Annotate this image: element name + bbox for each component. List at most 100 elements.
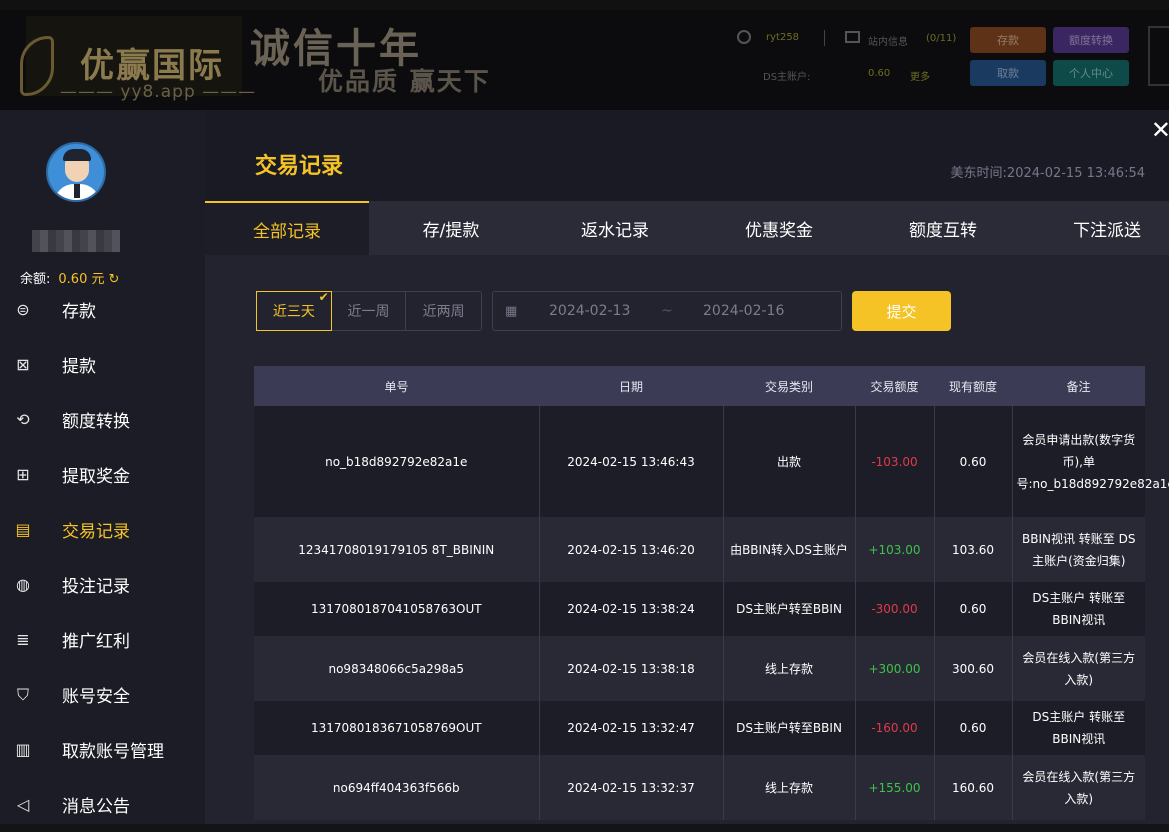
header-divider [824, 30, 825, 46]
column-header: 交易类别 [723, 366, 855, 406]
cell-note: 会员申请出款(数字货币),单号:no_b18d892792e82a1e [1012, 406, 1169, 517]
cell-id: 1317080183671058769OUT [254, 701, 540, 755]
cell-id: no_b18d892792e82a1e [254, 406, 540, 517]
header-transfer-button[interactable]: 额度转换 [1053, 27, 1129, 53]
tab-4[interactable]: 额度互转 [861, 201, 1025, 255]
close-icon[interactable]: ✕ [1151, 116, 1169, 144]
speaker-icon: ◁ [16, 795, 30, 814]
table-row: no98348066c5a298a5 2024-02-15 13:38:18 线上存… [254, 636, 1145, 701]
cell-date: 2024-02-15 13:32:37 [539, 755, 724, 820]
coins-icon: ≣ [16, 630, 30, 649]
sidebar-item-label: 交易记录 [62, 522, 130, 542]
user-icon [737, 30, 751, 44]
range-button-2[interactable]: 近两周 [406, 292, 481, 330]
transactions-table: 单号 日期 交易类别 交易额度 现有额度 备注 no_b18d892792e82a1e 20… [254, 366, 1169, 820]
cell-balance: 0.60 [934, 701, 1013, 755]
check-icon: ✔ [318, 290, 329, 304]
sidebar-item-label: 存款 [62, 302, 96, 322]
sidebar-item-1[interactable]: ⊠ 提款 [0, 337, 205, 392]
submit-button[interactable]: 提交 [852, 291, 951, 331]
sidebar-item-7[interactable]: ⛉ 账号安全 [0, 667, 205, 722]
cell-id: no694ff404363f566b [254, 755, 540, 820]
cell-date: 2024-02-15 13:46:20 [539, 517, 724, 582]
mail-count: (0/11) [926, 33, 957, 44]
sidebar-item-label: 取款账号管理 [62, 742, 164, 762]
sidebar-item-label: 账号安全 [62, 687, 130, 707]
sidebar: 余额: 0.60 元 ↻ ⊜ 存款 ⊠ 提款 ⟲ 额度转换 ⊞ 提取奖金 ▤ 交易记录 ◍ 投注记录 ≣ 推广… [0, 110, 205, 824]
cell-amount: +300.00 [855, 636, 935, 701]
sidebar-item-label: 消息公告 [62, 797, 130, 817]
main-panel: 交易记录 美东时间:2024-02-15 13:46:54 ✕ 全部记录 存/提款… [205, 110, 1169, 824]
tab-5[interactable]: 下注派送 [1025, 201, 1169, 255]
mail-icon [845, 31, 860, 43]
shield-icon: ⛉ [16, 684, 29, 704]
cell-id: 1317080187041058763OUT [254, 582, 540, 636]
calendar-icon: ▦ [505, 303, 518, 319]
tab-1[interactable]: 存/提款 [369, 201, 533, 255]
range-selector: 近三天 ✔ 近一周 近两周 [256, 290, 482, 331]
sidebar-item-6[interactable]: ≣ 推广红利 [0, 612, 205, 667]
cell-amount: +155.00 [855, 755, 935, 820]
tab-0[interactable]: 全部记录 [205, 201, 369, 255]
sidebar-item-8[interactable]: ▥ 取款账号管理 [0, 722, 205, 777]
ds-account-label: DS主账户: [763, 72, 811, 83]
cell-note: DS主账户 转账至 BBIN视讯 [1012, 582, 1145, 636]
clipboard-icon: ▤ [15, 520, 31, 539]
cell-type: DS主账户转至BBIN [723, 701, 856, 755]
cell-balance: 103.60 [934, 517, 1013, 582]
header-user-center-button[interactable]: 个人中心 [1053, 60, 1129, 86]
cell-amount: -300.00 [855, 582, 935, 636]
sidebar-item-3[interactable]: ⊞ 提取奖金 [0, 447, 205, 502]
date-range-picker[interactable]: ▦ 2024-02-13 ~ 2024-02-16 [492, 291, 842, 331]
transfer-icon: ⟲ [16, 410, 30, 429]
logo-mark-icon [20, 36, 54, 96]
cell-type: 由BBIN转入DS主账户 [723, 517, 856, 582]
cell-balance: 0.60 [934, 406, 1013, 517]
cell-balance: 0.60 [934, 582, 1013, 636]
date-start-input[interactable]: 2024-02-13 [549, 303, 630, 319]
username-redacted [32, 230, 120, 252]
column-header: 交易额度 [855, 366, 934, 406]
header-deposit-button[interactable]: 存款 [970, 27, 1046, 53]
table-row: no_b18d892792e82a1e 2024-02-15 13:46:43 出款… [254, 406, 1169, 517]
column-header: 日期 [539, 366, 723, 406]
sidebar-item-label: 提取奖金 [62, 467, 130, 487]
header-mail-link[interactable]: 站内信息 [868, 33, 908, 48]
range-button-0[interactable]: 近三天 ✔ [256, 290, 332, 331]
range-button-1[interactable]: 近一周 [332, 292, 407, 330]
cell-type: 线上存款 [723, 636, 856, 701]
est-time: 美东时间:2024-02-15 13:46:54 [950, 166, 1145, 181]
table-row: 1317080183671058769OUT 2024-02-15 13:32:4… [254, 701, 1145, 755]
logo[interactable]: 优赢国际 ——— yy8.app ——— [20, 16, 255, 102]
sidebar-item-4[interactable]: ▤ 交易记录 [0, 502, 205, 557]
cell-amount: -160.00 [855, 701, 935, 755]
cell-type: DS主账户转至BBIN [723, 582, 856, 636]
header-withdraw-button[interactable]: 取款 [970, 60, 1046, 86]
sidebar-item-5[interactable]: ◍ 投注记录 [0, 557, 205, 612]
date-separator: ~ [661, 303, 673, 319]
sidebar-item-0[interactable]: ⊜ 存款 [0, 282, 205, 337]
sidebar-menu: ⊜ 存款 ⊠ 提款 ⟲ 额度转换 ⊞ 提取奖金 ▤ 交易记录 ◍ 投注记录 ≣ 推广红利 ⛉ 账号安全 ▥ 取款账… [0, 282, 205, 832]
sidebar-item-label: 提款 [62, 357, 96, 377]
date-end-input[interactable]: 2024-02-16 [703, 303, 784, 319]
avatar[interactable] [46, 142, 106, 202]
ds-account-value: 0.60 [868, 68, 891, 79]
est-time-value: 2024-02-15 13:46:54 [1006, 166, 1145, 181]
cell-balance: 160.60 [934, 755, 1013, 820]
site-header: 优赢国际 ——— yy8.app ——— 诚信十年 优品质 赢天下 ryt258… [0, 0, 1169, 110]
sidebar-item-2[interactable]: ⟲ 额度转换 [0, 392, 205, 447]
cell-date: 2024-02-15 13:38:18 [539, 636, 724, 701]
logo-subtitle: ——— yy8.app ——— [60, 82, 257, 102]
cell-amount: +103.00 [855, 517, 935, 582]
header-side-panel [1148, 26, 1169, 86]
cell-note: 会员在线入款(第三方入款) [1012, 636, 1145, 701]
main-header: 交易记录 美东时间:2024-02-15 13:46:54 ✕ [205, 110, 1169, 201]
table-header-row: 单号 日期 交易类别 交易额度 现有额度 备注 [254, 366, 1145, 406]
header-username[interactable]: ryt258 [766, 32, 799, 43]
tab-2[interactable]: 返水记录 [533, 201, 697, 255]
cell-amount: -103.00 [855, 406, 935, 517]
more-link[interactable]: 更多 [910, 68, 930, 83]
column-header: 单号 [254, 366, 539, 406]
cell-note: DS主账户 转账至 BBIN视讯 [1012, 701, 1145, 755]
tab-3[interactable]: 优惠奖金 [697, 201, 861, 255]
